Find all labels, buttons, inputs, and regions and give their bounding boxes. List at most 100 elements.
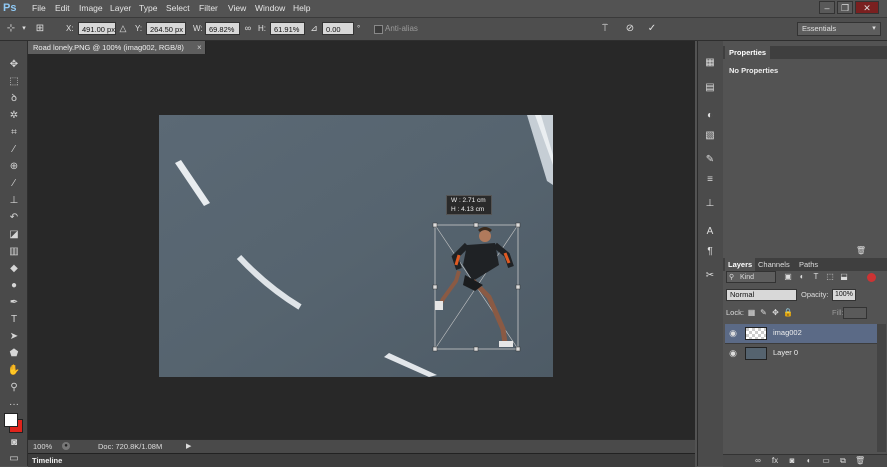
tab-close-icon[interactable]: × xyxy=(197,41,205,54)
workspace-select[interactable]: Essentials xyxy=(797,22,881,36)
filter-toggle-icon[interactable] xyxy=(867,273,876,282)
warp-icon[interactable]: ⍡ xyxy=(598,22,612,35)
commit-transform-icon[interactable]: ✓ xyxy=(645,22,659,35)
brush-presets-icon[interactable]: ✎ xyxy=(702,153,718,167)
new-group-icon[interactable]: ▭ xyxy=(821,455,831,466)
timeline-label[interactable]: Timeline xyxy=(32,455,62,466)
delta-icon[interactable]: △ xyxy=(118,22,128,35)
chevron-down-icon[interactable]: ▾ xyxy=(20,22,28,35)
zoom-tool-icon[interactable]: ⚲ xyxy=(4,380,24,396)
trash-icon[interactable]: 🗑 xyxy=(855,245,867,256)
layer-filter-select[interactable]: ⚲ Kind xyxy=(726,271,776,283)
add-mask-icon[interactable]: ◙ xyxy=(787,455,797,466)
pen-tool-icon[interactable]: ✒ xyxy=(4,295,24,311)
history-panel-icon[interactable]: ▦ xyxy=(702,56,718,70)
hand-tool-icon[interactable]: ✋ xyxy=(4,363,24,379)
lasso-tool-icon[interactable]: ꝺ xyxy=(4,91,24,107)
menu-filter[interactable]: Filter xyxy=(199,0,218,17)
actions-panel-icon[interactable]: ▤ xyxy=(702,81,718,95)
document-tab[interactable]: Road lonely.PNG @ 100% (imag002, RGB/8) xyxy=(28,41,206,54)
brush-tool-icon[interactable]: ∕ xyxy=(4,176,24,192)
link-icon[interactable]: ∞ xyxy=(242,22,254,35)
menu-help[interactable]: Help xyxy=(293,0,310,17)
crop-tool-icon[interactable]: ⌗ xyxy=(4,125,24,141)
lock-pixels-icon[interactable]: ✎ xyxy=(759,307,768,318)
menu-image[interactable]: Image xyxy=(79,0,103,17)
new-layer-icon[interactable]: ⧉ xyxy=(838,455,848,466)
eye-icon[interactable]: ◉ xyxy=(728,328,738,338)
magic-wand-icon[interactable]: ✲ xyxy=(4,108,24,124)
blur-tool-icon[interactable]: ◆ xyxy=(4,261,24,277)
status-info-icon[interactable]: ● xyxy=(62,442,70,450)
character-panel-icon[interactable]: A xyxy=(702,225,718,239)
tab-channels[interactable]: Channels xyxy=(758,258,790,271)
tab-properties[interactable]: Properties xyxy=(725,46,771,59)
menu-view[interactable]: View xyxy=(228,0,246,17)
more-tools-icon[interactable]: ··· xyxy=(4,397,24,413)
clone-source-icon[interactable]: ⊥ xyxy=(702,197,718,211)
new-adjustment-icon[interactable]: ◐ xyxy=(804,455,814,466)
type-tool-icon[interactable]: T xyxy=(4,312,24,328)
brush-panel-icon[interactable]: ≡ xyxy=(702,173,718,187)
blend-mode-select[interactable]: Normal xyxy=(726,289,797,301)
tab-layers[interactable]: Layers xyxy=(725,258,756,271)
shape-tool-icon[interactable]: ⬟ xyxy=(4,346,24,362)
tab-paths[interactable]: Paths xyxy=(799,258,818,271)
link-layers-icon[interactable]: ∞ xyxy=(753,455,763,466)
filter-smart-icon[interactable]: ⬓ xyxy=(839,271,849,282)
antialias-checkbox[interactable] xyxy=(374,25,383,34)
x-input[interactable]: 491.00 px xyxy=(78,22,116,35)
timeline-panel[interactable]: Timeline xyxy=(28,453,695,467)
filter-type-icon[interactable]: T xyxy=(811,271,821,282)
history-brush-icon[interactable]: ↶ xyxy=(4,210,24,226)
y-input[interactable]: 264.50 px xyxy=(146,22,186,35)
move-tool-icon[interactable]: ✥ xyxy=(4,57,24,73)
menu-file[interactable]: File xyxy=(32,0,46,17)
lock-all-icon[interactable]: 🔒 xyxy=(783,307,793,318)
menu-type[interactable]: Type xyxy=(139,0,157,17)
foreground-color-swatch[interactable] xyxy=(4,413,18,427)
paragraph-panel-icon[interactable]: ¶ xyxy=(702,245,718,259)
play-arrow-icon[interactable]: ▶ xyxy=(186,441,191,452)
lock-transparent-icon[interactable]: ▦ xyxy=(747,307,756,318)
fill-input[interactable] xyxy=(843,307,867,319)
eraser-tool-icon[interactable]: ◪ xyxy=(4,227,24,243)
clone-stamp-icon[interactable]: ⊥ xyxy=(4,193,24,209)
healing-brush-icon[interactable]: ⊕ xyxy=(4,159,24,175)
delete-layer-icon[interactable]: 🗑 xyxy=(855,455,865,466)
menu-edit[interactable]: Edit xyxy=(55,0,70,17)
marquee-tool-icon[interactable]: ⬚ xyxy=(4,74,24,90)
layer-row-layer0[interactable]: ◉ Layer 0 xyxy=(725,343,877,363)
zoom-level[interactable]: 100% xyxy=(33,441,52,452)
menu-select[interactable]: Select xyxy=(166,0,190,17)
path-selection-icon[interactable]: ➤ xyxy=(4,329,24,345)
tool-presets-icon[interactable]: ✂ xyxy=(702,269,718,283)
lock-position-icon[interactable]: ✥ xyxy=(771,307,780,318)
fx-icon[interactable]: fx xyxy=(770,455,780,466)
gradient-tool-icon[interactable]: ▥ xyxy=(4,244,24,260)
dodge-tool-icon[interactable]: ● xyxy=(4,278,24,294)
filter-shape-icon[interactable]: ⬚ xyxy=(825,271,835,282)
image-canvas[interactable] xyxy=(159,115,553,377)
minimize-button[interactable]: – xyxy=(819,1,835,14)
close-button[interactable]: ✕ xyxy=(855,1,879,14)
eyedropper-icon[interactable]: ⁄ xyxy=(4,142,24,158)
screen-mode-icon[interactable]: ▭ xyxy=(4,451,24,467)
layers-scrollbar[interactable] xyxy=(877,324,886,452)
w-input[interactable]: 69.82% xyxy=(205,22,240,35)
filter-pixel-icon[interactable]: ▣ xyxy=(783,271,793,282)
filter-adjustment-icon[interactable]: ◐ xyxy=(797,271,807,282)
menu-window[interactable]: Window xyxy=(255,0,285,17)
quick-mask-icon[interactable]: ◙ xyxy=(4,435,24,451)
h-input[interactable]: 61.91% xyxy=(270,22,305,35)
eye-icon[interactable]: ◉ xyxy=(728,348,738,358)
adjustments-panel-icon[interactable]: ◐ xyxy=(702,109,718,123)
layer-name[interactable]: imag002 xyxy=(773,327,802,339)
menu-layer[interactable]: Layer xyxy=(110,0,131,17)
angle-input[interactable]: 0.00 xyxy=(322,22,354,35)
reference-point-icon[interactable]: ⊞ xyxy=(33,22,47,35)
layer-name[interactable]: Layer 0 xyxy=(773,347,798,359)
restore-button[interactable]: ❐ xyxy=(837,1,853,14)
transform-tool-icon[interactable]: ⊹ xyxy=(4,22,18,35)
opacity-input[interactable]: 100% xyxy=(832,289,856,301)
